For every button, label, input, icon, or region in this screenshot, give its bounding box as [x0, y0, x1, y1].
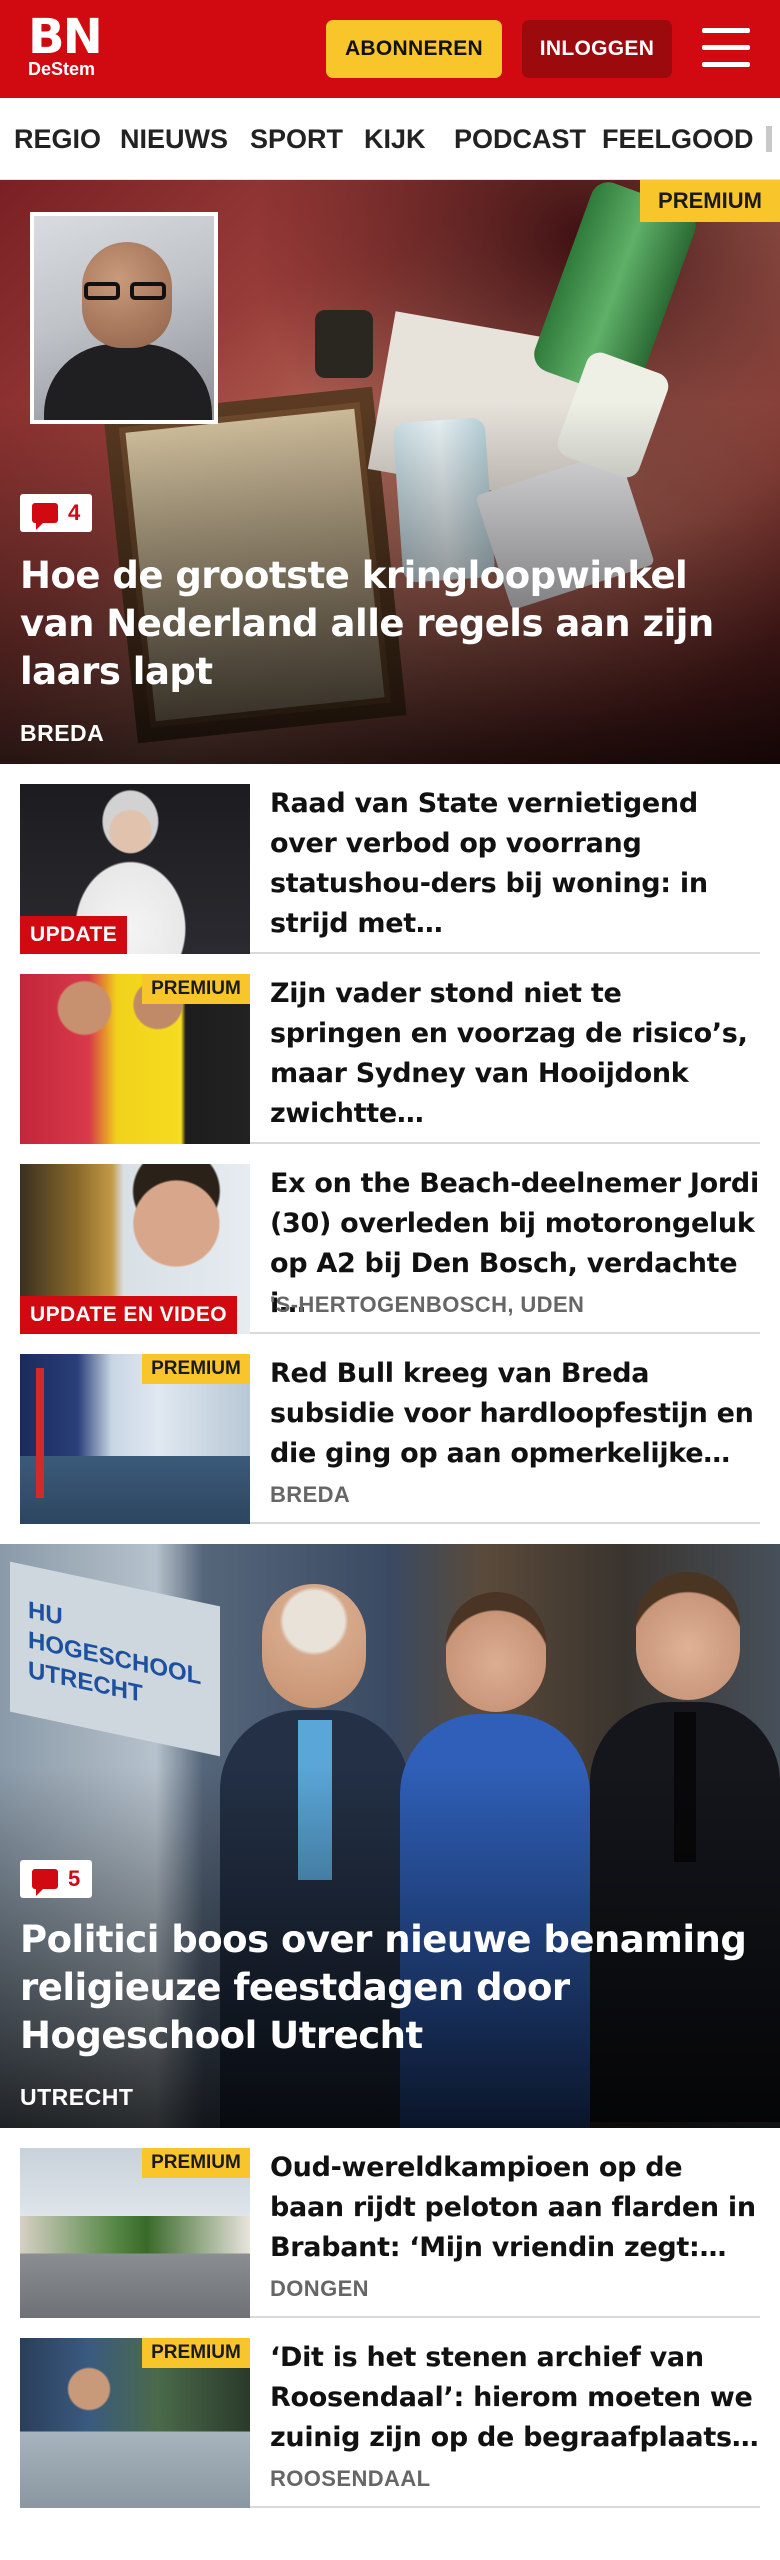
jar-object: [315, 310, 373, 378]
hero-article-hogeschool[interactable]: HU HOGESCHOOL UTRECHT 5 Politici boos ov…: [0, 1544, 780, 2128]
article-thumbnail: UPDATE: [20, 784, 250, 954]
list-item[interactable]: UPDATE Raad van State vernietigend over …: [20, 764, 760, 954]
hero-location: UTRECHT: [20, 2084, 134, 2110]
premium-badge: PREMIUM: [142, 2148, 250, 2178]
hero-location: BREDA: [20, 720, 105, 746]
article-location: 'S-HERTOGENBOSCH, UDEN: [270, 1292, 585, 1317]
premium-badge: PREMIUM: [142, 974, 250, 1004]
site-header: BN DeStem ABONNEREN INLOGGEN: [0, 0, 780, 98]
update-label: UPDATE: [20, 916, 128, 954]
article-thumbnail: UPDATE EN VIDEO: [20, 1164, 250, 1334]
premium-badge: PREMIUM: [640, 180, 780, 222]
site-logo[interactable]: BN DeStem: [28, 9, 103, 80]
hero-title[interactable]: Hoe de grootste kringloopwinkel van Nede…: [20, 552, 760, 696]
comment-count-number: 4: [68, 500, 81, 525]
author-photo: [30, 212, 218, 424]
list-item[interactable]: PREMIUM ‘Dit is het stenen archief van R…: [20, 2318, 760, 2508]
article-thumbnail: PREMIUM: [20, 2338, 250, 2508]
article-title[interactable]: Raad van State vernietigend over verbod …: [270, 784, 760, 944]
premium-badge: PREMIUM: [142, 1354, 250, 1384]
list-item[interactable]: UPDATE EN VIDEO Ex on the Beach-deelneme…: [20, 1144, 760, 1334]
hero-article-kringloop[interactable]: PREMIUM 4 Hoe de grootste kringloopwinke…: [0, 180, 780, 764]
hamburger-menu-icon[interactable]: [702, 26, 750, 70]
comment-icon: [32, 1869, 58, 1896]
article-title[interactable]: ‘Dit is het stenen archief van Roosendaa…: [270, 2338, 760, 2458]
hogeschool-sign-text: HU HOGESCHOOL UTRECHT: [28, 1596, 201, 1708]
hero-title[interactable]: Politici boos over nieuwe benaming relig…: [20, 1916, 760, 2060]
nav-item-kijk[interactable]: KIJK: [364, 124, 426, 155]
premium-badge: PREMIUM: [142, 2338, 250, 2368]
comment-count-number: 5: [68, 1866, 81, 1891]
article-thumbnail: PREMIUM: [20, 974, 250, 1144]
update-label: UPDATE EN VIDEO: [20, 1296, 237, 1334]
article-thumbnail: PREMIUM: [20, 2148, 250, 2318]
comment-count[interactable]: 4: [20, 494, 93, 532]
comment-icon: [32, 503, 58, 530]
nav-item-feelgood[interactable]: FEELGOOD: [602, 124, 754, 155]
subscribe-button[interactable]: ABONNEREN: [326, 20, 502, 78]
nav-item-regio[interactable]: REGIO: [14, 124, 101, 155]
article-thumbnail: PREMIUM: [20, 1354, 250, 1524]
article-title[interactable]: Oud-wereldkampioen op de baan rijdt pelo…: [270, 2148, 760, 2268]
main-nav: REGIO NIEUWS SPORT KIJK PODCAST FEELGOOD: [0, 98, 780, 180]
article-location: DONGEN: [270, 2276, 369, 2301]
nav-overflow-indicator: [766, 126, 772, 152]
nav-item-nieuws[interactable]: NIEUWS: [120, 124, 228, 155]
list-item[interactable]: PREMIUM Oud-wereldkampioen op de baan ri…: [20, 2128, 760, 2318]
article-title[interactable]: Red Bull kreeg van Breda subsidie voor h…: [270, 1354, 760, 1474]
article-title[interactable]: Zijn vader stond niet te springen en voo…: [270, 974, 760, 1134]
nav-item-podcast[interactable]: PODCAST: [454, 124, 586, 155]
comment-count[interactable]: 5: [20, 1860, 93, 1898]
article-location: BREDA: [270, 1482, 351, 1507]
list-item[interactable]: PREMIUM Zijn vader stond niet te springe…: [20, 954, 760, 1144]
article-location: ROOSENDAAL: [270, 2466, 431, 2491]
logo-sub: DeStem: [28, 59, 96, 79]
logo-main: BN: [28, 9, 103, 65]
nav-item-sport[interactable]: SPORT: [250, 124, 343, 155]
login-button[interactable]: INLOGGEN: [522, 20, 672, 78]
list-item[interactable]: PREMIUM Red Bull kreeg van Breda subsidi…: [20, 1334, 760, 1524]
